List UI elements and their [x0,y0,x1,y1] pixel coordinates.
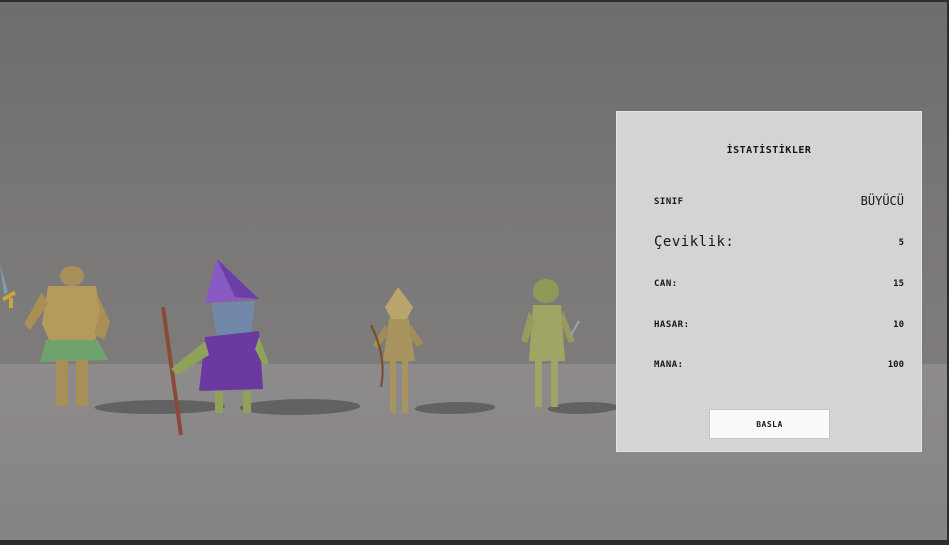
stats-panel: İSTATİSTİKLER SINIF BÜYÜCÜ Çeviklik: 5 C… [616,111,922,452]
game-scene: İSTATİSTİKLER SINIF BÜYÜCÜ Çeviklik: 5 C… [0,0,949,545]
stat-value: 10 [893,320,904,330]
stat-label: MANA: [654,360,684,370]
stat-label: CAN: [654,279,678,289]
warrior-character[interactable] [10,264,120,414]
wizard-character[interactable] [155,257,275,442]
stat-label: SINIF [654,197,684,207]
panel-title: İSTATİSTİKLER [726,145,812,156]
stat-value: BÜYÜCÜ [860,194,904,208]
stat-row-damage: HASAR: 10 [654,320,904,340]
stat-label: Çeviklik: [654,234,735,250]
stat-label: HASAR: [654,320,690,330]
rogue-character[interactable] [515,277,585,412]
stat-value: 5 [898,238,904,248]
stat-value: 15 [893,279,904,289]
stat-row-mana: MANA: 100 [654,360,904,380]
archer-character[interactable] [365,285,435,420]
start-button[interactable]: BASLA [709,409,830,439]
stat-value: 100 [887,360,904,370]
stat-row-health: CAN: 15 [654,279,904,299]
stat-row-agility: Çeviklik: 5 [654,234,904,258]
stat-row-class: SINIF BÜYÜCÜ [654,194,904,217]
